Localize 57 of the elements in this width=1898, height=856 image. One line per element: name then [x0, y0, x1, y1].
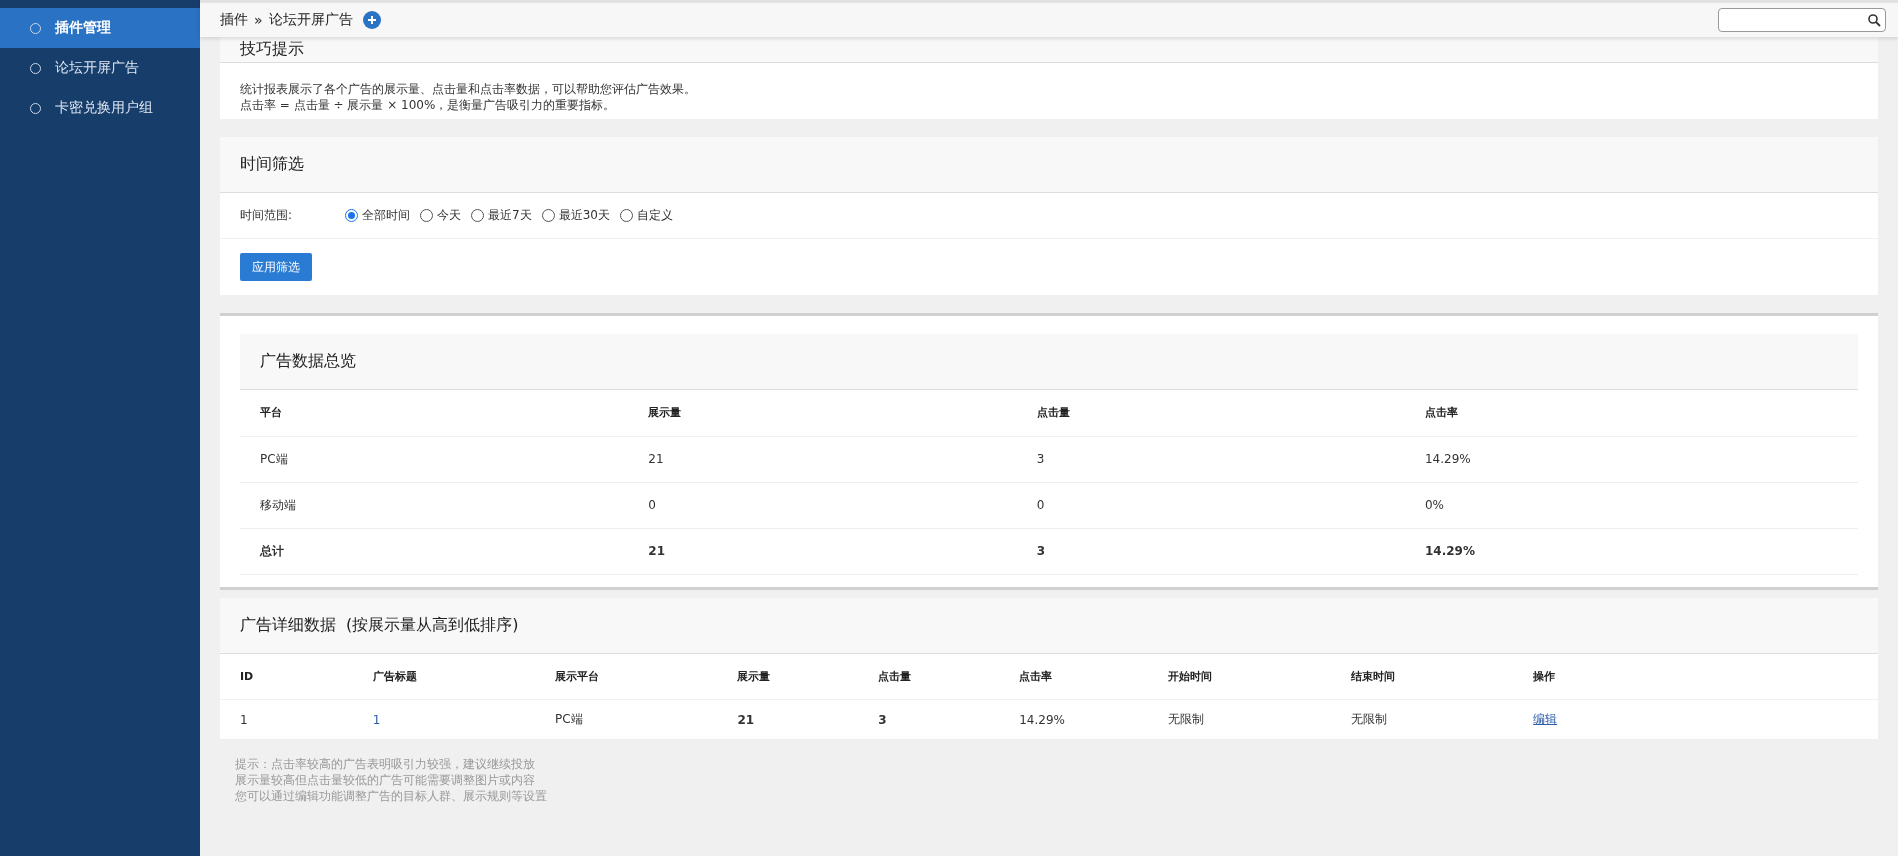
column-header: 点击率: [1404, 390, 1858, 436]
column-header: ID: [220, 653, 353, 700]
table-cell: 21: [717, 699, 859, 740]
radio-option[interactable]: 全部时间: [345, 207, 410, 224]
card-subtitle: (按展示量从高到低排序): [346, 614, 519, 636]
radio-option[interactable]: 最近7天: [471, 207, 532, 224]
table-cell: PC端: [535, 699, 718, 740]
table-cell: 0: [628, 482, 1017, 528]
card-title: 技巧提示: [240, 39, 304, 60]
table-cell: 总计: [240, 528, 629, 574]
radio-option[interactable]: 今天: [420, 207, 461, 224]
radio-option[interactable]: 自定义: [619, 207, 673, 224]
edit-link[interactable]: 编辑: [1533, 712, 1558, 726]
column-header: 广告标题: [352, 653, 535, 700]
column-header: 开始时间: [1148, 653, 1331, 700]
table-cell: 3: [858, 699, 1000, 740]
breadcrumb-item[interactable]: 论坛开屏广告: [268, 11, 353, 29]
table-cell: 1: [352, 699, 535, 740]
table-cell: 21: [628, 528, 1017, 574]
apply-filter-button[interactable]: 应用筛选: [240, 253, 312, 281]
sidebar-item[interactable]: 插件管理: [0, 8, 200, 48]
sidebar-item[interactable]: 卡密兑换用户组: [0, 88, 200, 128]
table-cell: PC端: [240, 436, 629, 482]
table-cell: 0%: [1404, 482, 1858, 528]
table-cell: 21: [628, 436, 1017, 482]
table-cell: 无限制: [1148, 699, 1331, 740]
table-cell: 3: [1016, 528, 1405, 574]
column-header: 展示量: [628, 390, 1017, 436]
sidebar-item[interactable]: 论坛开屏广告: [0, 48, 200, 88]
card-title: 时间筛选: [240, 154, 304, 175]
column-header: 操作: [1513, 653, 1878, 700]
plus-icon[interactable]: [362, 11, 381, 29]
column-header: 结束时间: [1330, 653, 1514, 700]
column-header: 点击量: [858, 653, 1000, 700]
breadcrumb-item[interactable]: 插件: [220, 11, 248, 29]
radio-option[interactable]: 最近30天: [541, 207, 610, 224]
table-cell: 无限制: [1330, 699, 1514, 740]
table-cell: 14.29%: [1404, 528, 1858, 574]
hint-text: 提示：点击率较高的广告表明吸引力较强，建议继续投放 展示量较高但点击量较低的广告可能需要调整图片或内容 您可以通过编辑功能调整广告的目标人群、展示规则等设置: [234, 756, 548, 805]
column-header: 平台: [240, 390, 629, 436]
breadcrumb-item: »: [254, 12, 263, 28]
column-header: 展示平台: [535, 653, 718, 700]
table-cell: 1: [220, 699, 353, 740]
search-field[interactable]: [1718, 8, 1886, 32]
card-title: 广告详细数据: [240, 614, 336, 636]
card-title: 广告数据总览: [260, 351, 356, 372]
table-cell: 14.29%: [1404, 436, 1858, 482]
column-header: 展示量: [717, 653, 859, 700]
table-cell: 0: [1016, 482, 1405, 528]
column-header: 点击率: [999, 653, 1149, 700]
table-cell: 14.29%: [999, 699, 1149, 740]
table-cell: 3: [1016, 436, 1405, 482]
column-header: 点击量: [1016, 390, 1405, 436]
tip-text: 统计报表展示了各个广告的展示量、点击量和点击率数据，可以帮助您评估广告效果。 点击率 = 点击量 ÷ 展示量 × 100%，是衡量广告吸引力的重要指标。: [239, 81, 697, 114]
search-icon[interactable]: [1868, 13, 1881, 27]
field-label: 时间范围:: [240, 207, 294, 224]
table-cell: 移动端: [240, 482, 629, 528]
